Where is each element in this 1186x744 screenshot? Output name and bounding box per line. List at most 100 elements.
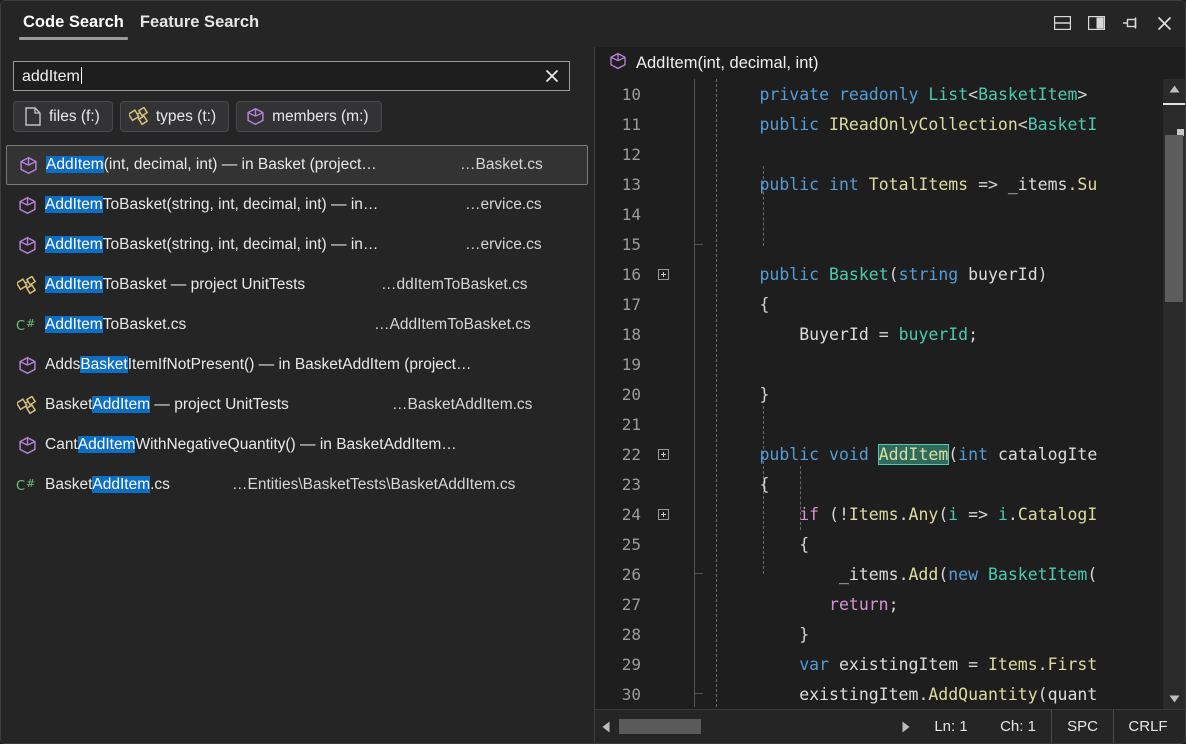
code-line[interactable]: 27 return; bbox=[595, 589, 1185, 619]
code-line[interactable]: 25 { bbox=[595, 529, 1185, 559]
line-number: 18 bbox=[595, 325, 650, 344]
pin-icon[interactable] bbox=[1119, 12, 1141, 34]
label-text: Cant bbox=[45, 436, 78, 453]
collapse-expand-icon[interactable] bbox=[658, 269, 669, 280]
code-line[interactable]: 29 var existingItem = Items.First bbox=[595, 649, 1185, 679]
fold-glyph-margin[interactable] bbox=[650, 449, 676, 460]
code-token: = bbox=[958, 655, 988, 674]
types-icon bbox=[17, 396, 38, 415]
split-vertical-icon[interactable] bbox=[1085, 12, 1107, 34]
collapse-expand-icon[interactable] bbox=[658, 449, 669, 460]
clear-search-button[interactable] bbox=[541, 65, 563, 87]
search-input[interactable]: addItem bbox=[13, 61, 570, 91]
code-token: existingItem bbox=[799, 685, 918, 704]
code-token: Basket bbox=[829, 265, 889, 284]
split-horizontal-icon[interactable] bbox=[1051, 12, 1073, 34]
code-token: public bbox=[759, 175, 819, 194]
code-line[interactable]: 23 { bbox=[595, 469, 1185, 499]
search-result-row[interactable]: CantAddItemWithNegativeQuantity() — in B… bbox=[6, 425, 588, 465]
code-token bbox=[680, 265, 759, 284]
code-token: int bbox=[958, 445, 988, 464]
code-token: . bbox=[899, 505, 909, 524]
code-line[interactable]: 28 } bbox=[595, 619, 1185, 649]
search-result-row[interactable]: AddItemToBasket(string, int, decimal, in… bbox=[6, 185, 588, 225]
code-token bbox=[829, 85, 839, 104]
status-line-ending[interactable]: CRLF bbox=[1114, 710, 1182, 743]
code-line[interactable]: 26 _items.Add(new BasketItem( bbox=[595, 559, 1185, 589]
active-tab-underline bbox=[19, 37, 128, 40]
status-column-number[interactable]: Ch: 1 bbox=[985, 710, 1051, 743]
line-number: 30 bbox=[595, 685, 650, 704]
code-token bbox=[680, 85, 759, 104]
code-token: ( bbox=[1038, 685, 1048, 704]
line-number: 14 bbox=[595, 205, 650, 224]
line-number: 21 bbox=[595, 415, 650, 434]
tab-feature-search[interactable]: Feature Search bbox=[132, 9, 267, 42]
code-line[interactable]: 18 BuyerId = buyerId; bbox=[595, 319, 1185, 349]
code-token: var bbox=[799, 655, 829, 674]
search-result-row[interactable]: C#BasketAddItem.cs…Entities\BasketTests\… bbox=[6, 465, 588, 505]
search-result-row[interactable]: AddsBasketItemIfNotPresent() — in Basket… bbox=[6, 345, 588, 385]
vertical-scroll-thumb[interactable] bbox=[1165, 135, 1183, 302]
code-search-window: Code Search Feature Search bbox=[0, 0, 1186, 744]
search-result-row[interactable]: C#AddItemToBasket.cs…AddItemToBasket.cs bbox=[6, 305, 588, 345]
line-number: 24 bbox=[595, 505, 650, 524]
search-result-label: AddItemToBasket — project UnitTests bbox=[45, 276, 305, 294]
scroll-up-button[interactable] bbox=[1163, 79, 1185, 99]
code-text: } bbox=[676, 625, 809, 644]
filter-chip-files[interactable]: files (f:) bbox=[13, 101, 113, 132]
search-result-row[interactable]: AddItemToBasket — project UnitTests…ddIt… bbox=[6, 265, 588, 305]
code-token: ; bbox=[968, 325, 978, 344]
members-icon bbox=[246, 107, 265, 126]
code-line[interactable]: 14 bbox=[595, 199, 1185, 229]
line-number: 29 bbox=[595, 655, 650, 674]
types-icon bbox=[129, 107, 150, 126]
search-results-list[interactable]: AddItem(int, decimal, int) — in Basket (… bbox=[6, 145, 588, 739]
code-line[interactable]: 12 bbox=[595, 139, 1185, 169]
horizontal-scrollbar[interactable] bbox=[595, 710, 917, 743]
vertical-scrollbar[interactable] bbox=[1163, 79, 1185, 709]
horizontal-scroll-thumb[interactable] bbox=[619, 719, 701, 734]
code-editor-surface[interactable]: 10 private readonly List<BasketItem>11 p… bbox=[595, 79, 1185, 709]
search-result-row[interactable]: BasketAddItem — project UnitTests…Basket… bbox=[6, 385, 588, 425]
filter-chip-label: types (t:) bbox=[156, 108, 216, 126]
code-line[interactable]: 24 if (!Items.Any(i => i.CatalogI bbox=[595, 499, 1185, 529]
code-line[interactable]: 13 public int TotalItems => _items.Su bbox=[595, 169, 1185, 199]
search-result-row[interactable]: AddItem(int, decimal, int) — in Basket (… bbox=[6, 145, 588, 185]
filter-chip-types[interactable]: types (t:) bbox=[120, 101, 229, 132]
search-result-label: BasketAddItem — project UnitTests bbox=[45, 396, 289, 414]
collapse-expand-icon[interactable] bbox=[658, 509, 669, 520]
tab-code-search[interactable]: Code Search bbox=[15, 9, 132, 42]
code-line[interactable]: 19 bbox=[595, 349, 1185, 379]
status-indent-mode[interactable]: SPC bbox=[1051, 710, 1114, 743]
code-line[interactable]: 11 public IReadOnlyCollection<BasketI bbox=[595, 109, 1185, 139]
code-token: Items bbox=[849, 505, 899, 524]
csharp-icon: C# bbox=[15, 476, 39, 494]
code-text: { bbox=[676, 295, 769, 314]
code-line[interactable]: 21 bbox=[595, 409, 1185, 439]
code-token: First bbox=[1048, 655, 1098, 674]
code-token: BasketI bbox=[1028, 115, 1098, 134]
scroll-left-button[interactable] bbox=[595, 710, 617, 743]
close-icon[interactable] bbox=[1153, 12, 1175, 34]
code-line[interactable]: 16 public Basket(string buyerId) bbox=[595, 259, 1185, 289]
code-line[interactable]: 30 existingItem.AddQuantity(quant bbox=[595, 679, 1185, 709]
code-line[interactable]: 20 } bbox=[595, 379, 1185, 409]
code-token: IReadOnlyCollection bbox=[829, 115, 1018, 134]
fold-glyph-margin[interactable] bbox=[650, 509, 676, 520]
scroll-right-button[interactable] bbox=[895, 710, 917, 743]
status-line-number[interactable]: Ln: 1 bbox=[917, 710, 985, 743]
scroll-down-button[interactable] bbox=[1163, 689, 1185, 709]
code-text: public void AddItem(int catalogIte bbox=[676, 445, 1097, 464]
code-line[interactable]: 22 public void AddItem(int catalogIte bbox=[595, 439, 1185, 469]
search-result-row[interactable]: AddItemToBasket(string, int, decimal, in… bbox=[6, 225, 588, 265]
code-line[interactable]: 10 private readonly List<BasketItem> bbox=[595, 79, 1185, 109]
scroll-marker-line bbox=[1163, 103, 1185, 105]
code-line[interactable]: 17 { bbox=[595, 289, 1185, 319]
line-number: 11 bbox=[595, 115, 650, 134]
horizontal-scroll-track[interactable] bbox=[701, 710, 895, 743]
filter-chip-members[interactable]: members (m:) bbox=[236, 101, 381, 132]
code-token: . bbox=[918, 685, 928, 704]
code-line[interactable]: 15 bbox=[595, 229, 1185, 259]
fold-glyph-margin[interactable] bbox=[650, 269, 676, 280]
